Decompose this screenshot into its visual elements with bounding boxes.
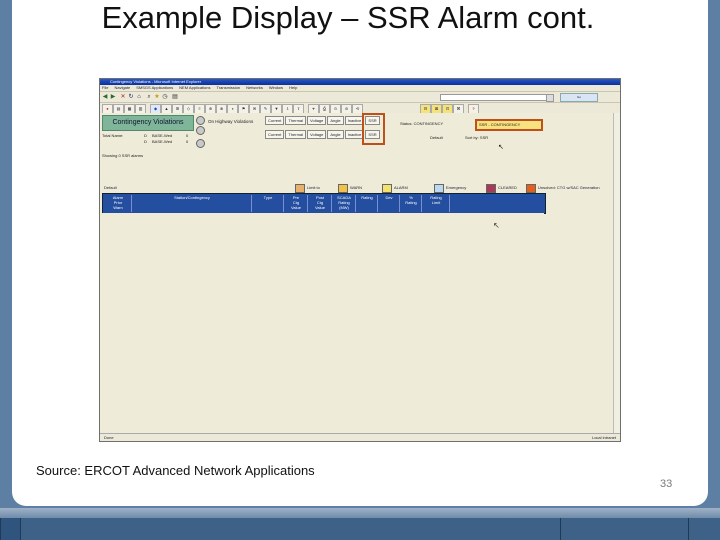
- legend-swatch: [486, 184, 496, 193]
- tab-current[interactable]: Current: [265, 116, 285, 125]
- alarm-table-header: Alarm Prior Warn Station/Contingency Type P…: [102, 193, 546, 214]
- column-header[interactable]: Type: [253, 195, 284, 212]
- slide-title: Example Display – SSR Alarm cont.: [101, 0, 595, 35]
- address-dropdown[interactable]: [546, 94, 554, 102]
- legend-swatch: [382, 184, 392, 193]
- page-number: 33: [660, 478, 673, 490]
- tab-thermal[interactable]: Thermal: [285, 130, 307, 139]
- legend-label: Limit to: [307, 185, 320, 190]
- legend-label: Unsolved: CTG w/SAC Generation: [538, 185, 600, 190]
- column-header[interactable]: Dev: [379, 195, 400, 212]
- column-header[interactable]: Station/Contingency: [133, 195, 252, 212]
- tab-angle[interactable]: Angle: [327, 130, 344, 139]
- total-row-label: D: [144, 133, 147, 138]
- legend-label: Emergency: [446, 185, 467, 190]
- tab-voltage[interactable]: Voltage: [307, 116, 327, 125]
- sort-label: Sort by: SSR: [465, 135, 489, 140]
- footer-segment: [688, 518, 720, 540]
- column-header[interactable]: SCADA Rating (MW): [333, 195, 356, 212]
- mouse-cursor-icon: ↖: [493, 221, 500, 230]
- menu-item[interactable]: Window: [269, 85, 283, 90]
- browser-toolbar: ◀ ▶ ✕ ↻ ⌂ ⌕ ★ ◷ ▤ Go: [100, 92, 620, 103]
- alarm-table-body: [102, 213, 544, 441]
- total-row-name: BASE-Wed: [152, 139, 173, 144]
- status-bar-left: Done: [104, 435, 114, 440]
- status-bar: Done Local intranet: [100, 433, 620, 441]
- legend-swatch: [434, 184, 444, 193]
- footer-segment: [0, 518, 21, 540]
- status-info: Status: CONTINGENCY: [400, 121, 444, 126]
- legend-label: ALARM: [394, 185, 408, 190]
- legend-default-label: Default: [104, 185, 117, 190]
- status-bar-right: Local intranet: [591, 435, 616, 440]
- legend-label: CLEARED: [498, 185, 517, 190]
- option-button[interactable]: [196, 126, 205, 135]
- total-row-name: BASE-Wed: [152, 133, 173, 138]
- address-go-button[interactable]: Go: [560, 93, 598, 102]
- footer-bar: [0, 508, 720, 540]
- tab-voltage[interactable]: Voltage: [307, 130, 327, 139]
- search-icon[interactable]: ⌕: [146, 94, 152, 100]
- footer-segment: [20, 518, 561, 540]
- ssr-highlight-box: SSR - CONTINGENCY: [475, 119, 543, 131]
- panel-label: On Highway Violations: [208, 119, 254, 124]
- app-window: Contingency Violations - Microsoft Inter…: [99, 78, 621, 442]
- forward-icon[interactable]: ▶: [110, 94, 116, 100]
- total-row-count: 0: [186, 139, 189, 144]
- menu-item[interactable]: NEM Applications: [179, 85, 210, 90]
- column-header[interactable]: Rating: [357, 195, 378, 212]
- vertical-scrollbar[interactable]: [613, 113, 620, 434]
- ssr-tab-highlight: [362, 113, 385, 145]
- stop-icon[interactable]: ✕: [120, 94, 126, 100]
- history-icon[interactable]: ◷: [162, 94, 168, 100]
- column-header[interactable]: % Rating: [401, 195, 422, 212]
- tab-thermal[interactable]: Thermal: [285, 116, 307, 125]
- menu-item[interactable]: Networks: [246, 85, 263, 90]
- legend-swatch: [526, 184, 536, 193]
- ssr-highlight-label: SSR - CONTINGENCY: [479, 122, 521, 127]
- menu-bar: File Navigate SMSGS Applications NEM Applic…: [100, 85, 620, 92]
- total-row-label: D: [144, 139, 147, 144]
- refresh-icon[interactable]: ↻: [128, 94, 134, 100]
- pointer-icon: ↖: [498, 144, 504, 151]
- source-caption: Source: ERCOT Advanced Network Applicati…: [36, 463, 315, 478]
- contingency-violations-button[interactable]: Contingency Violations: [102, 115, 194, 131]
- menu-item[interactable]: File: [102, 85, 108, 90]
- menu-item[interactable]: Help: [289, 85, 297, 90]
- menu-item[interactable]: Navigate: [114, 85, 130, 90]
- column-header[interactable]: Rating Limit: [423, 195, 450, 212]
- violations-panel: Contingency Violations On Highway Violat…: [100, 113, 620, 441]
- back-icon[interactable]: ◀: [102, 94, 108, 100]
- home-icon[interactable]: ⌂: [136, 94, 142, 100]
- showing-text: Showing 0 SSR alarms: [102, 153, 144, 158]
- total-row-count: 0: [186, 133, 189, 138]
- menu-item[interactable]: SMSGS Applications: [136, 85, 173, 90]
- option-button[interactable]: [196, 139, 205, 148]
- tab-current[interactable]: Current: [265, 130, 285, 139]
- legend-swatch: [338, 184, 348, 193]
- option-button[interactable]: [196, 116, 205, 125]
- menu-item[interactable]: Transmission: [217, 85, 241, 90]
- tab-angle[interactable]: Angle: [327, 116, 344, 125]
- legend-swatch: [295, 184, 305, 193]
- severity-legend: Limit to WARN ALARM Emergency CLEARED Unsolve…: [102, 184, 600, 193]
- column-header[interactable]: Pre Ctg Value: [285, 195, 308, 212]
- total-name-label: Total Name:: [102, 133, 124, 138]
- footer-segment: [560, 518, 689, 540]
- favorites-icon[interactable]: ★: [154, 94, 160, 100]
- column-header[interactable]: Post Ctg Value: [309, 195, 332, 212]
- print-icon[interactable]: ▤: [172, 94, 178, 100]
- column-header[interactable]: Alarm Prior Warn: [105, 195, 132, 212]
- default-label: Default: [430, 135, 443, 140]
- address-input[interactable]: [440, 94, 552, 101]
- legend-label: WARN: [350, 185, 363, 190]
